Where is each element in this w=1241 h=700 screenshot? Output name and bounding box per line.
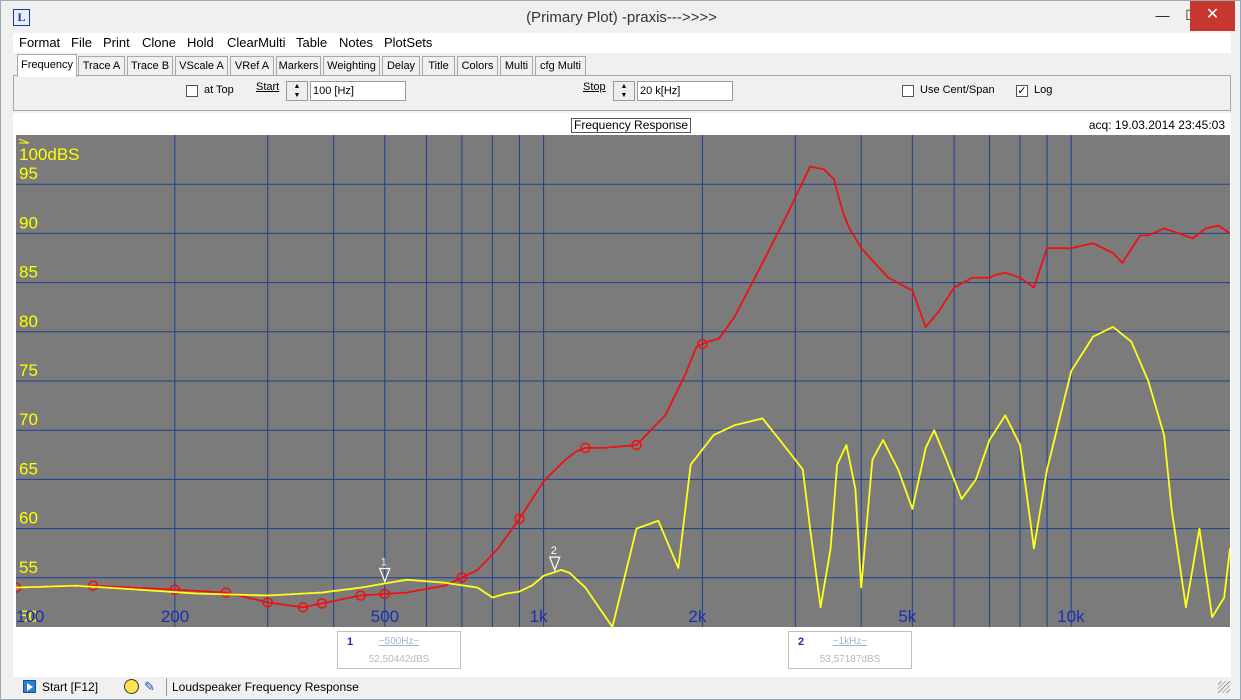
y-tick-label-6: 65 (19, 459, 38, 478)
menu-item-table[interactable]: Table (296, 35, 327, 50)
stop-spinner[interactable]: ▲ ▼ (613, 81, 635, 101)
menu-item-clearmulti[interactable]: ClearMulti (227, 35, 286, 50)
y-tick-label-top: 100dBS (19, 145, 80, 164)
y-tick-label-2: 85 (19, 263, 38, 282)
at-top-checkbox[interactable] (186, 85, 198, 97)
x-tick-label-1: 200 (161, 607, 189, 626)
y-tick-label-4: 75 (19, 361, 38, 380)
x-tick-label-4: 2k (688, 607, 706, 626)
calibrate-icon[interactable]: ✎ (144, 679, 159, 694)
menu-item-plotsets[interactable]: PlotSets (384, 35, 432, 50)
x-tick-label-5: 5k (898, 607, 916, 626)
tab-title[interactable]: Title (422, 56, 455, 76)
menu-item-format[interactable]: Format (19, 35, 60, 50)
marker-2-value: 53,57187dBS (819, 654, 881, 665)
frequency-settings-panel: at Top Start ▲ ▼ 100 [Hz] Stop ▲ ▼ 20 k[Hz… (13, 75, 1231, 111)
x-tick-label-0: 100 (16, 607, 44, 626)
menu-item-file[interactable]: File (71, 35, 92, 50)
frequency-response-chart[interactable]: 12100dBS95908580757065605550100 200 500 1k 2… (16, 135, 1230, 627)
acquisition-timestamp: acq: 19.03.2014 23:45:03 (1088, 118, 1225, 132)
menu-item-hold[interactable]: Hold (187, 35, 214, 50)
title-bar[interactable]: L (Primary Plot) -praxis--->>>> — ☐ ✕ (1, 1, 1240, 33)
tab-markers[interactable]: Markers (276, 56, 321, 76)
y-tick-label-0: 95 (19, 164, 38, 183)
y-tick-label-3: 80 (19, 312, 38, 331)
tab-trace-b[interactable]: Trace B (127, 56, 173, 76)
marker-2-readout[interactable]: 2 ~1kHz~ 53,57187dBS (788, 631, 912, 669)
stop-frequency-input[interactable]: 20 k[Hz] (637, 81, 733, 101)
marker-2-frequency[interactable]: ~1kHz~ (789, 636, 911, 647)
start-play-icon[interactable] (23, 680, 36, 693)
status-text: Loudspeaker Frequency Response (166, 678, 359, 696)
menu-item-clone[interactable]: Clone (142, 35, 176, 50)
menu-item-notes[interactable]: Notes (339, 35, 373, 50)
tab-cfg-multi[interactable]: cfg Multi (535, 56, 586, 76)
at-top-label: at Top (204, 84, 234, 96)
meter-icon[interactable] (124, 679, 139, 694)
tab-vref-a[interactable]: VRef A (230, 56, 274, 76)
tab-delay[interactable]: Delay (382, 56, 420, 76)
x-tick-label-3: 1k (530, 607, 548, 626)
tab-colors[interactable]: Colors (457, 56, 498, 76)
x-tick-label-2: 500 (371, 607, 399, 626)
close-button[interactable]: ✕ (1190, 1, 1235, 31)
start-spinner[interactable]: ▲ ▼ (286, 81, 308, 101)
plot-title: Frequency Response (571, 118, 692, 133)
log-checkbox[interactable]: ✓ (1016, 85, 1028, 97)
y-tick-label-8: 55 (19, 558, 38, 577)
start-label: Start (256, 81, 280, 93)
status-bar: Start [F12] ✎ Loudspeaker Frequency Resp… (13, 677, 1231, 697)
menu-item-print[interactable]: Print (103, 35, 130, 50)
marker-2-label: 2 (551, 545, 557, 557)
y-tick-label-1: 90 (19, 213, 38, 232)
stop-label: Stop (583, 81, 606, 93)
tab-trace-a[interactable]: Trace A (78, 56, 125, 76)
start-frequency-input[interactable]: 100 [Hz] (310, 81, 406, 101)
marker-1-label: 1 (381, 557, 387, 569)
app-window: L (Primary Plot) -praxis--->>>> — ☐ ✕ Fo… (0, 0, 1241, 700)
menu-bar: Format File Print Clone Hold ClearMulti … (13, 33, 1231, 53)
tab-strip: Frequency Trace A Trace B VScale A VRef … (13, 54, 1231, 77)
use-cent-span-label: Use Cent/Span (920, 84, 995, 96)
log-label: Log (1034, 84, 1053, 96)
marker-1-value: 52,50442dBS (368, 654, 430, 665)
marker-1-readout[interactable]: 1 ~500Hz~ 52,50442dBS (337, 631, 461, 669)
tab-frequency[interactable]: Frequency (17, 54, 77, 77)
x-tick-label-6: 10k (1057, 607, 1085, 626)
window-title: (Primary Plot) -praxis--->>>> (526, 9, 717, 26)
y-tick-label-7: 60 (19, 509, 38, 528)
resize-grip-icon[interactable] (1218, 681, 1230, 693)
tab-weighting[interactable]: Weighting (323, 56, 380, 76)
marker-1-frequency[interactable]: ~500Hz~ (338, 636, 460, 647)
tab-vscale-a[interactable]: VScale A (175, 56, 228, 76)
plot-area: Frequency Response acq: 19.03.2014 23:45… (13, 113, 1231, 693)
tab-multi[interactable]: Multi (500, 56, 533, 76)
start-label[interactable]: Start [F12] (42, 680, 98, 694)
use-cent-span-checkbox[interactable] (902, 85, 914, 97)
y-tick-label-5: 70 (19, 410, 38, 429)
